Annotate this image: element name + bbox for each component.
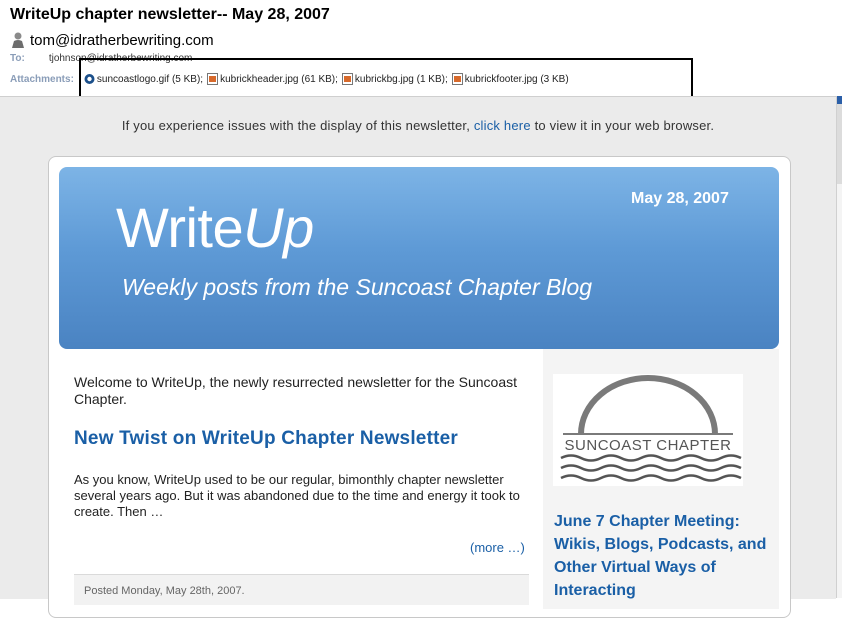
scroll-up-arrow[interactable] [837, 96, 842, 104]
posted-date: Posted Monday, May 28th, 2007. [84, 585, 245, 597]
welcome-text: Welcome to WriteUp, the newly resurrecte… [74, 374, 518, 407]
title-italic: Up [243, 196, 314, 259]
suncoast-chapter-logo: SUNCOAST CHAPTER [553, 374, 743, 486]
main-column: Welcome to WriteUp, the newly resurrecte… [74, 366, 530, 520]
chapter-logo-graphic: SUNCOAST CHAPTER [560, 375, 742, 482]
read-more-link[interactable]: (more …) [470, 540, 525, 555]
logo-text: SUNCOAST CHAPTER [565, 437, 732, 454]
display-notice: If you experience issues with the displa… [0, 118, 836, 133]
sender-row: tom@idratherbewriting.com [10, 30, 214, 50]
email-subject: WriteUp chapter newsletter-- May 28, 200… [10, 6, 330, 23]
attachments-label: Attachments: [10, 73, 74, 85]
to-label: To: [10, 53, 25, 64]
scrollbar-thumb[interactable] [837, 104, 842, 184]
newsletter-subtitle: Weekly posts from the Suncoast Chapter B… [122, 274, 593, 300]
post-footer: Posted Monday, May 28th, 2007. [74, 574, 529, 605]
post-title-link[interactable]: New Twist on WriteUp Chapter Newsletter [74, 428, 530, 450]
view-in-browser-link[interactable]: click here [474, 118, 531, 133]
sender-address[interactable]: tom@idratherbewriting.com [30, 32, 214, 49]
newsletter-date: May 28, 2007 [631, 190, 729, 207]
title-main: Write [116, 196, 244, 259]
person-icon [12, 32, 24, 48]
notice-text-before: If you experience issues with the displa… [121, 118, 471, 133]
post-excerpt: As you know, WriteUp used to be our regu… [74, 472, 520, 519]
newsletter-title: WriteUp [116, 196, 314, 260]
notice-text-after: to view it in your web browser. [534, 118, 715, 133]
vertical-scrollbar[interactable] [836, 96, 842, 598]
sidebar-event-link[interactable]: June 7 Chapter Meeting: Wikis, Blogs, Po… [554, 510, 774, 602]
